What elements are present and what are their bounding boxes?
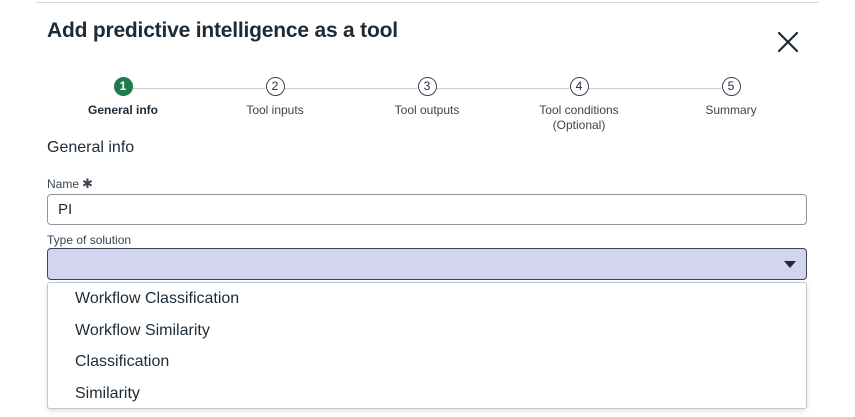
name-label: Name ✱ (47, 176, 93, 192)
step-tool-inputs[interactable]: 2 Tool inputs (195, 77, 355, 118)
required-icon: ✱ (82, 176, 93, 191)
step-label-optional: (Optional) (552, 118, 606, 132)
name-label-text: Name (47, 177, 80, 191)
caret-down-icon (784, 261, 796, 268)
name-input[interactable] (47, 194, 807, 225)
step-tool-conditions[interactable]: 4 Tool conditions (Optional) (499, 77, 659, 133)
step-number: 5 (721, 77, 741, 96)
step-label: Tool inputs (246, 103, 304, 117)
step-general-info[interactable]: 1 General info (43, 77, 203, 118)
wizard-stepper: 1 General info 2 Tool inputs 3 Tool outp… (0, 0, 855, 140)
option-workflow-classification[interactable]: Workflow Classification (48, 283, 806, 315)
step-summary[interactable]: 5 Summary (651, 77, 811, 118)
step-number: 3 (417, 77, 437, 96)
step-number: 2 (265, 77, 285, 96)
option-workflow-similarity[interactable]: Workflow Similarity (48, 315, 806, 347)
step-tool-outputs[interactable]: 3 Tool outputs (347, 77, 507, 118)
step-number: 4 (569, 77, 589, 96)
option-classification[interactable]: Classification (48, 346, 806, 378)
solution-type-select[interactable] (47, 248, 807, 280)
step-number: 1 (113, 77, 133, 96)
step-label: Tool outputs (394, 103, 460, 117)
option-similarity[interactable]: Similarity (48, 378, 806, 408)
step-label: General info (87, 103, 158, 117)
step-label-main: Tool conditions (539, 103, 619, 117)
section-title: General info (47, 139, 135, 156)
solution-type-label: Type of solution (47, 233, 132, 247)
solution-type-dropdown: Workflow Classification Workflow Similar… (47, 282, 807, 409)
step-label: Summary (705, 103, 757, 117)
step-label: Tool conditions (Optional) (499, 103, 659, 133)
